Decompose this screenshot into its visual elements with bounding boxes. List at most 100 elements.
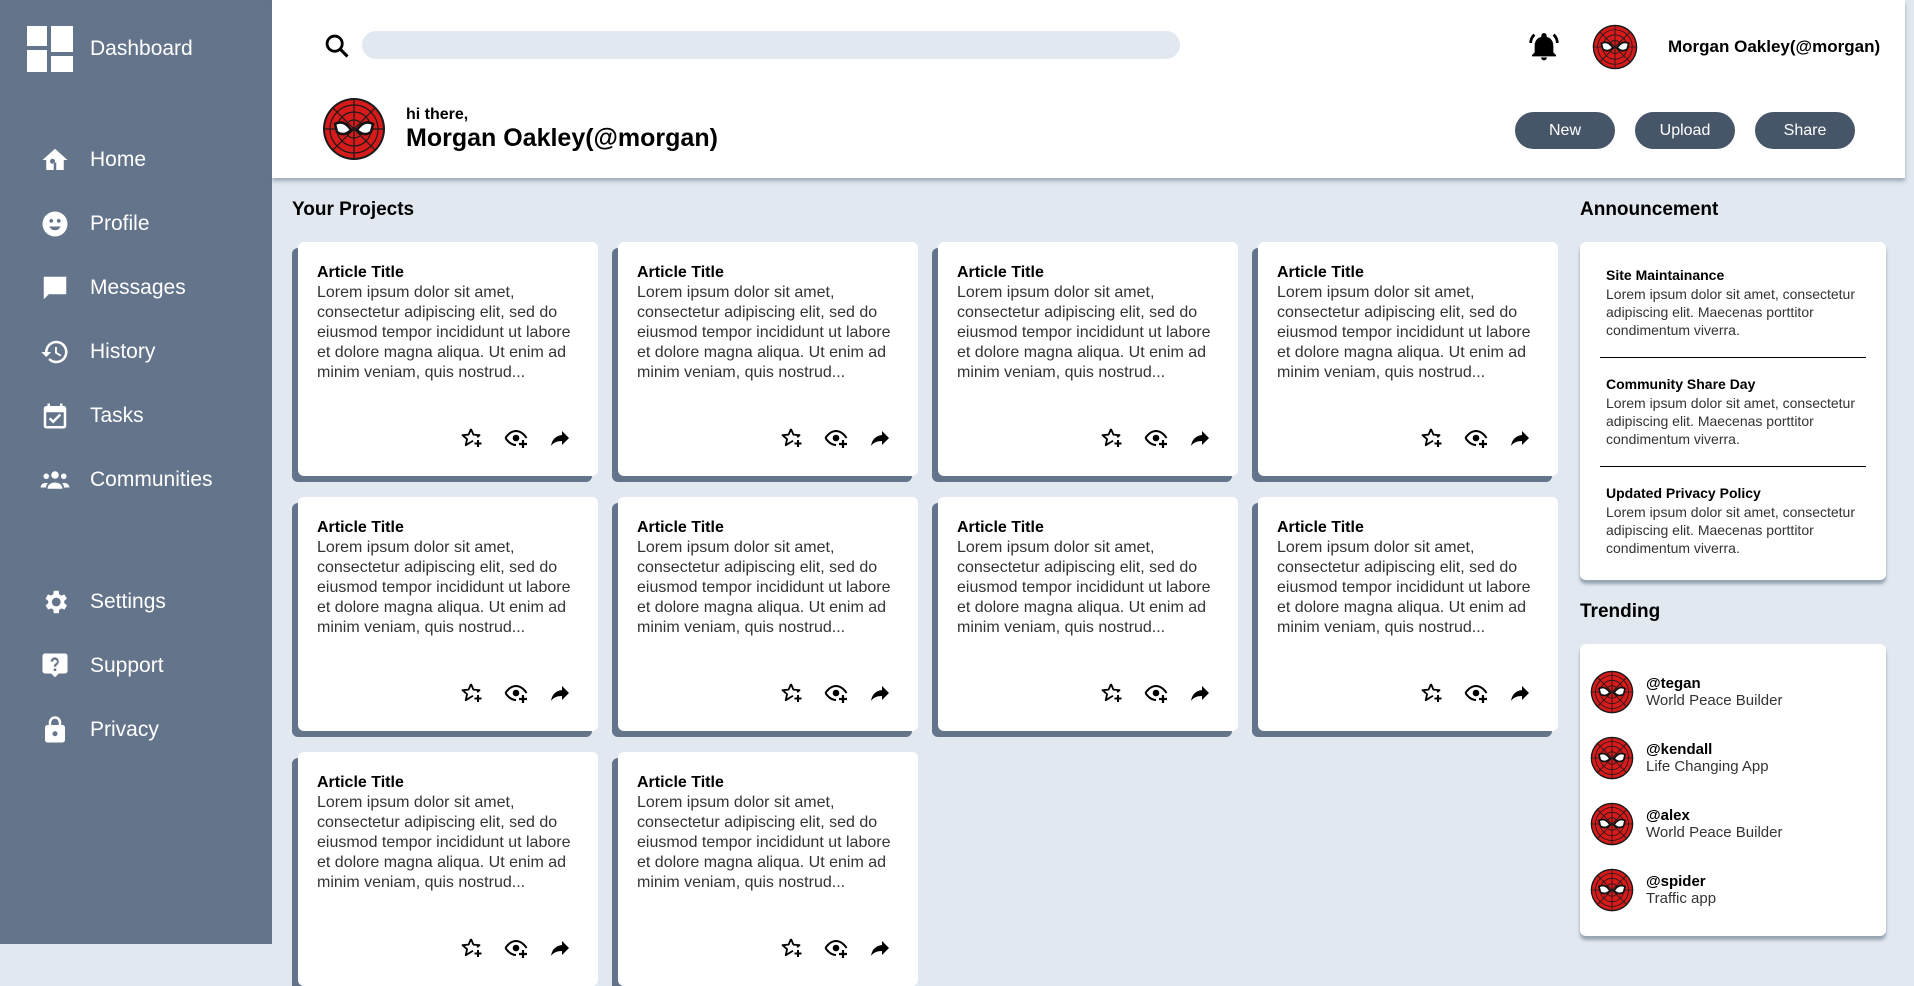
project-card[interactable]: Article Title Lorem ipsum dolor sit amet…: [618, 752, 918, 986]
announcement-title: Announcement: [1580, 199, 1719, 220]
trending-item[interactable]: @spider Traffic app: [1590, 868, 1716, 912]
brand-label: Dashboard: [90, 37, 193, 60]
nav-item-support[interactable]: Support: [0, 634, 272, 698]
star-add-icon[interactable]: [460, 681, 484, 705]
card-title: Article Title: [1277, 519, 1364, 536]
nav-item-privacy[interactable]: Privacy: [0, 698, 272, 762]
star-add-icon[interactable]: [460, 426, 484, 450]
avatar: [1590, 868, 1634, 912]
user-handle[interactable]: Morgan Oakley(@morgan): [1668, 37, 1880, 57]
trending-subtitle: World Peace Builder: [1646, 692, 1783, 709]
watch-add-icon[interactable]: [1144, 681, 1168, 705]
share-icon[interactable]: [868, 936, 892, 960]
project-card[interactable]: Article Title Lorem ipsum dolor sit amet…: [938, 242, 1238, 476]
star-add-icon[interactable]: [460, 936, 484, 960]
star-add-icon[interactable]: [780, 426, 804, 450]
upload-button[interactable]: Upload: [1635, 112, 1735, 149]
nav-label: Profile: [90, 212, 150, 235]
nav-item-profile[interactable]: Profile: [0, 192, 272, 256]
watch-add-icon[interactable]: [1144, 426, 1168, 450]
project-card[interactable]: Article Title Lorem ipsum dolor sit amet…: [618, 242, 918, 476]
share-icon[interactable]: [868, 681, 892, 705]
brand[interactable]: Dashboard: [27, 26, 193, 72]
nav-item-settings[interactable]: Settings: [0, 570, 272, 634]
announcement-item[interactable]: Site Maintainance Lorem ipsum dolor sit …: [1580, 267, 1886, 339]
project-card[interactable]: Article Title Lorem ipsum dolor sit amet…: [1258, 497, 1558, 731]
greeting-name: Morgan Oakley(@morgan): [406, 124, 718, 152]
search-icon[interactable]: [323, 32, 351, 60]
project-card[interactable]: Article Title Lorem ipsum dolor sit amet…: [618, 497, 918, 731]
project-card[interactable]: Article Title Lorem ipsum dolor sit amet…: [938, 497, 1238, 731]
nav-item-home[interactable]: Home: [0, 128, 272, 192]
watch-add-icon[interactable]: [504, 426, 528, 450]
card-body: Lorem ipsum dolor sit amet, consectetur …: [637, 539, 891, 636]
project-card[interactable]: Article Title Lorem ipsum dolor sit amet…: [298, 497, 598, 731]
share-icon[interactable]: [548, 681, 572, 705]
card-title: Article Title: [957, 264, 1044, 281]
watch-add-icon[interactable]: [824, 681, 848, 705]
card-actions: [780, 936, 892, 960]
bell-icon[interactable]: [1528, 30, 1560, 64]
watch-add-icon[interactable]: [1464, 681, 1488, 705]
trending-handle: @spider: [1646, 873, 1706, 890]
nav-item-history[interactable]: History: [0, 320, 272, 384]
secondary-nav: Settings Support Privacy: [0, 570, 272, 762]
help-icon: [42, 653, 68, 678]
announcement-panel: Site Maintainance Lorem ipsum dolor sit …: [1580, 242, 1886, 580]
nav-label: Support: [90, 654, 164, 677]
card-actions: [780, 681, 892, 705]
card-title: Article Title: [317, 519, 404, 536]
trending-handle: @tegan: [1646, 675, 1701, 692]
card-body: Lorem ipsum dolor sit amet, consectetur …: [317, 794, 571, 891]
project-card[interactable]: Article Title Lorem ipsum dolor sit amet…: [1258, 242, 1558, 476]
watch-add-icon[interactable]: [824, 936, 848, 960]
star-add-icon[interactable]: [1100, 426, 1124, 450]
card-actions: [1420, 426, 1532, 450]
share-icon[interactable]: [1188, 681, 1212, 705]
main-nav: Home Profile Messages History Tasks Comm…: [0, 128, 272, 512]
share-icon[interactable]: [1508, 426, 1532, 450]
trending-item[interactable]: @tegan World Peace Builder: [1590, 670, 1782, 714]
avatar: [1590, 736, 1634, 780]
nav-label: History: [90, 340, 156, 363]
new-button[interactable]: New: [1515, 112, 1615, 149]
card-title: Article Title: [957, 519, 1044, 536]
announcement-item[interactable]: Updated Privacy Policy Lorem ipsum dolor…: [1580, 485, 1886, 557]
star-add-icon[interactable]: [1420, 426, 1444, 450]
star-add-icon[interactable]: [780, 936, 804, 960]
share-icon[interactable]: [868, 426, 892, 450]
star-add-icon[interactable]: [1420, 681, 1444, 705]
project-card[interactable]: Article Title Lorem ipsum dolor sit amet…: [298, 242, 598, 476]
announcement-item-body: Lorem ipsum dolor sit amet, consectetur …: [1606, 286, 1855, 338]
announcement-item-body: Lorem ipsum dolor sit amet, consectetur …: [1606, 504, 1855, 556]
trending-handle: @kendall: [1646, 741, 1713, 758]
trending-item[interactable]: @kendall Life Changing App: [1590, 736, 1769, 780]
trending-panel: @tegan World Peace Builder @kendall Life…: [1580, 644, 1886, 936]
share-icon[interactable]: [548, 426, 572, 450]
watch-add-icon[interactable]: [1464, 426, 1488, 450]
trending-item[interactable]: @alex World Peace Builder: [1590, 802, 1782, 846]
watch-add-icon[interactable]: [504, 936, 528, 960]
star-add-icon[interactable]: [780, 681, 804, 705]
avatar[interactable]: [1592, 24, 1638, 70]
nav-item-messages[interactable]: Messages: [0, 256, 272, 320]
share-icon[interactable]: [1188, 426, 1212, 450]
history-icon: [41, 340, 68, 364]
star-add-icon[interactable]: [1100, 681, 1124, 705]
share-icon[interactable]: [548, 936, 572, 960]
share-button[interactable]: Share: [1755, 112, 1855, 149]
nav-item-tasks[interactable]: Tasks: [0, 384, 272, 448]
announcement-item[interactable]: Community Share Day Lorem ipsum dolor si…: [1580, 376, 1886, 448]
nav-label: Communities: [90, 468, 213, 491]
nav-item-communities[interactable]: Communities: [0, 448, 272, 512]
watch-add-icon[interactable]: [504, 681, 528, 705]
projects-title: Your Projects: [292, 199, 415, 220]
project-card[interactable]: Article Title Lorem ipsum dolor sit amet…: [298, 752, 598, 986]
search-input[interactable]: [362, 31, 1180, 59]
card-body: Lorem ipsum dolor sit amet, consectetur …: [957, 539, 1211, 636]
avatar: [1590, 670, 1634, 714]
share-icon[interactable]: [1508, 681, 1532, 705]
watch-add-icon[interactable]: [824, 426, 848, 450]
home-icon: [42, 148, 68, 170]
card-body: Lorem ipsum dolor sit amet, consectetur …: [1277, 284, 1531, 381]
